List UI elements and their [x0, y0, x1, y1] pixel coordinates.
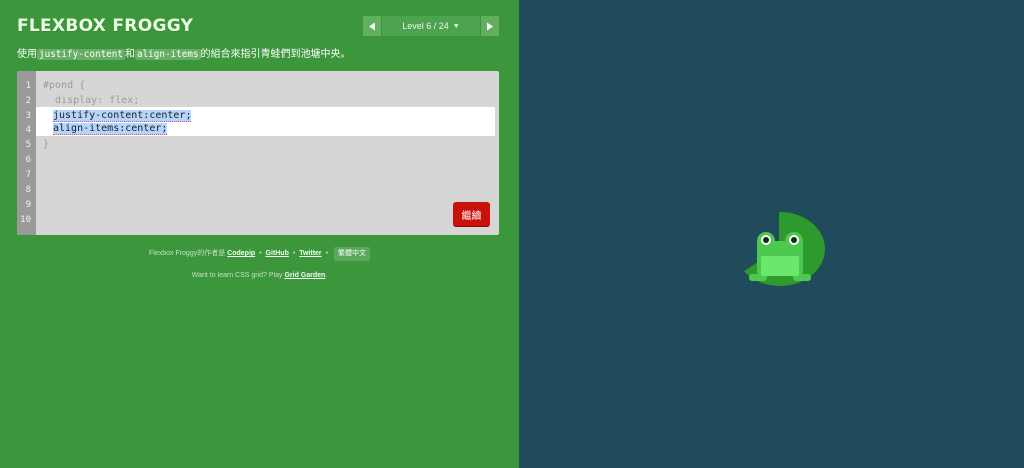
line-number: 9 [25, 200, 31, 210]
input-text-justify-content: justify-content:center; [53, 110, 192, 122]
line-number: 5 [25, 140, 31, 150]
input-line-justify-content[interactable]: justify-content:center; [53, 110, 192, 122]
level-navigation: Level 6 / 24 ▼ [363, 16, 499, 36]
grid-garden-link[interactable]: Grid Garden [284, 272, 325, 279]
instructions-mid: 和 [124, 49, 135, 60]
level-indicator[interactable]: Level 6 / 24 ▼ [382, 16, 480, 36]
credits: Flexbox Froggy的作者是 Codepip • GitHub • Tw… [0, 247, 519, 261]
line-number: 10 [20, 215, 31, 225]
game-title: FLEXBOX FROGGY [17, 16, 194, 36]
line-number: 7 [25, 170, 31, 180]
code-editor: 1 2 3 4 5 6 7 8 9 10 #pond { display: fl… [17, 71, 499, 235]
credits-prefix: Flexbox Froggy的作者是 [148, 250, 226, 257]
twitter-link[interactable]: Twitter [299, 250, 321, 257]
line-numbers: 1 2 3 4 5 6 7 8 9 10 [17, 71, 36, 235]
grid-note-suffix: . [325, 272, 328, 279]
line-number: 3 [25, 111, 31, 121]
instructions-code-align-items: align-items [134, 49, 201, 60]
bullet-separator: • [325, 250, 329, 257]
instructions-suffix: 的組合來指引青蛙們到池塘中央。 [200, 49, 351, 60]
code-line-selector: #pond { [43, 80, 86, 91]
triangle-right-icon [487, 22, 493, 30]
line-number: 1 [25, 81, 31, 91]
codepip-link[interactable]: Codepip [227, 250, 255, 257]
grid-garden-note: Want to learn CSS grid? Play Grid Garden… [0, 270, 519, 282]
line-number: 4 [25, 125, 31, 135]
caret-down-icon: ▼ [452, 22, 460, 30]
code-line-display: display: flex; [43, 95, 140, 106]
prev-level-button[interactable] [363, 16, 381, 36]
code-line-closing-brace: } [43, 139, 50, 150]
line-number: 6 [25, 155, 31, 165]
line-number: 8 [25, 185, 31, 195]
instructions: 使用 justify-content 和 align-items 的組合來指引青蛙們到池… [17, 48, 351, 62]
next-level-button[interactable] [481, 16, 499, 36]
grid-note-prefix: Want to learn CSS grid? Play [191, 272, 283, 279]
instructions-prefix: 使用 [17, 49, 37, 60]
next-button[interactable]: 繼續 [453, 202, 490, 226]
input-text-align-items: align-items:center; [53, 123, 168, 135]
language-select[interactable]: 繁體中文 [334, 247, 371, 261]
triangle-left-icon [369, 22, 375, 30]
line-number: 2 [25, 96, 31, 106]
lilypad-icon [740, 211, 825, 286]
sidebar: FLEXBOX FROGGY Level 6 / 24 ▼ 使用 justify-… [0, 0, 519, 468]
bullet-separator: • [259, 250, 262, 257]
input-line-align-items[interactable]: align-items:center; [53, 123, 168, 135]
level-label: Level 6 / 24 [402, 21, 449, 31]
bullet-separator: • [292, 250, 296, 257]
instructions-code-justify-content: justify-content [37, 49, 125, 60]
github-link[interactable]: GitHub [266, 250, 289, 257]
